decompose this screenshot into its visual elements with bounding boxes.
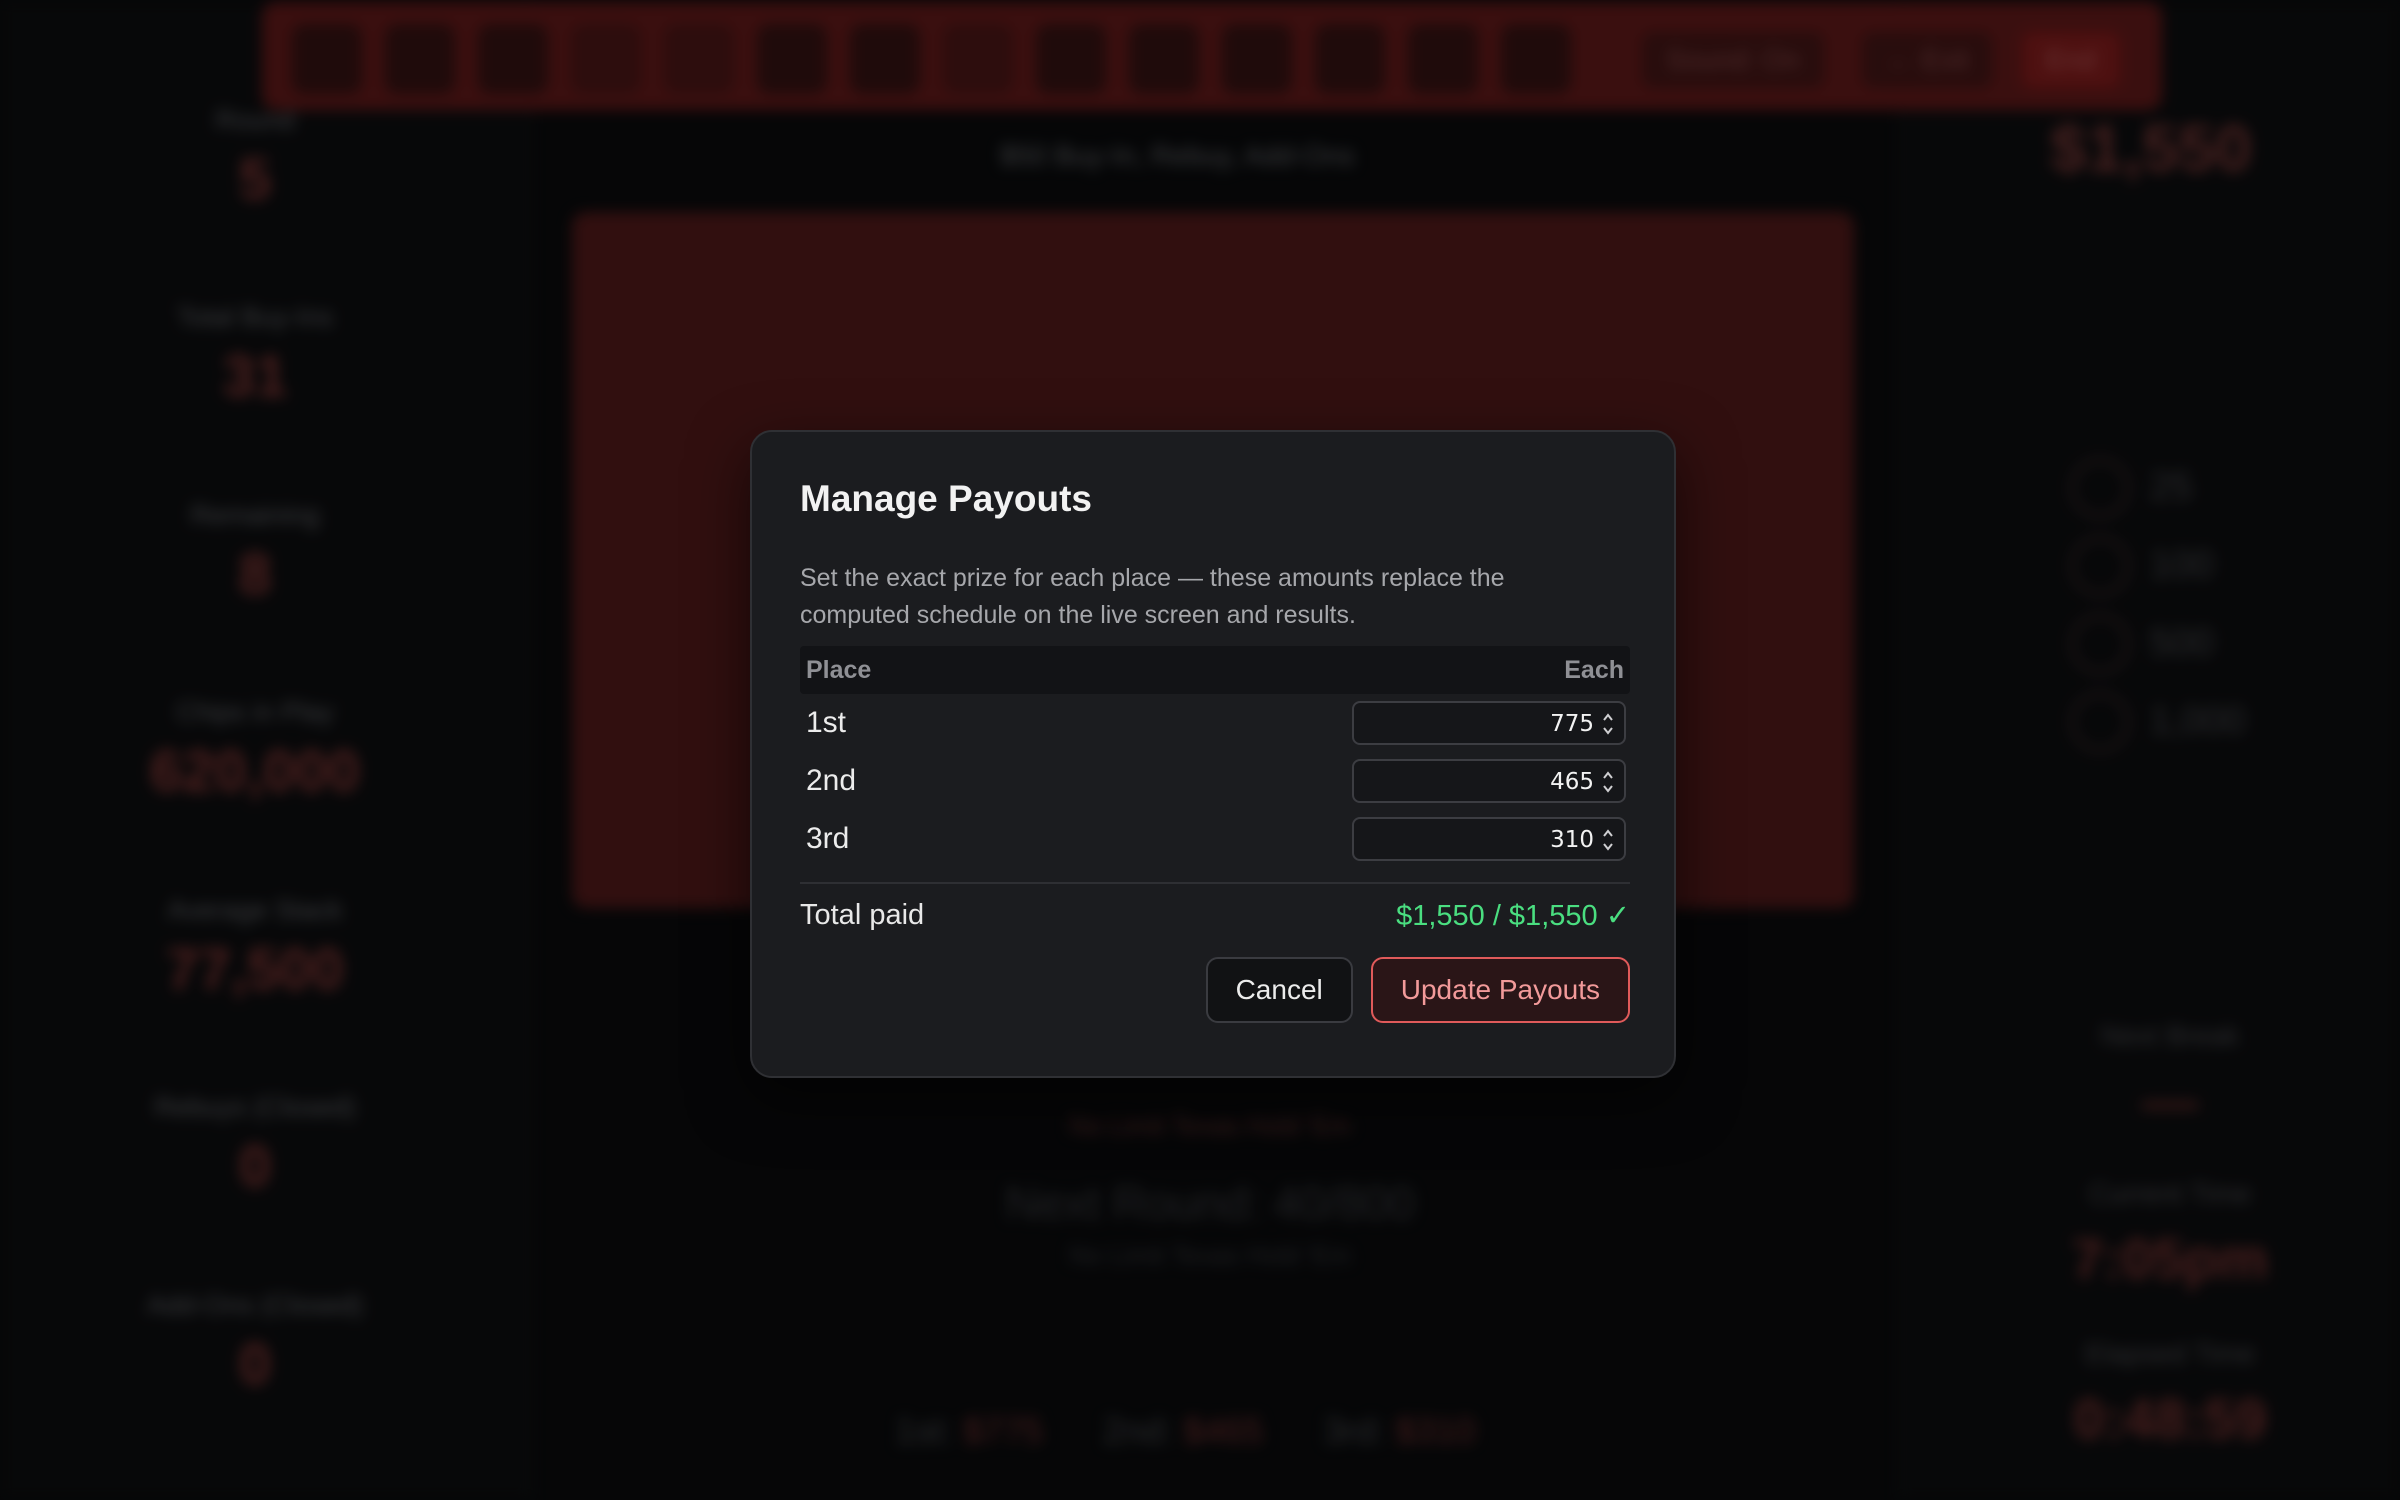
place-label: 2nd (806, 764, 857, 797)
cancel-button[interactable]: Cancel (1205, 957, 1353, 1023)
amount-number-input[interactable]: 465 (1352, 759, 1626, 803)
table-header: Place Each (800, 646, 1630, 694)
stepper-arrows-icon[interactable] (1601, 825, 1615, 855)
divider (800, 882, 1630, 884)
column-header-each: Each (1564, 655, 1624, 684)
table-row: 3rd 310 (800, 810, 1630, 868)
total-paid-row: Total paid $1,550 / $1,550 ✓ (800, 898, 1630, 933)
table-row: 2nd 465 (800, 752, 1630, 810)
payouts-table: Place Each 1st 775 2nd 465 3rd 310 (800, 646, 1630, 868)
update-payouts-button[interactable]: Update Payouts (1370, 957, 1630, 1023)
table-row: 1st 775 (800, 694, 1630, 752)
place-label: 1st (806, 706, 847, 739)
dialog-description: Set the exact prize for each place — the… (800, 564, 1505, 629)
column-header-place: Place (806, 655, 872, 684)
manage-payouts-dialog: Manage Payouts Set the exact prize for e… (750, 430, 1676, 1078)
dialog-actions: Cancel Update Payouts (800, 957, 1630, 1023)
stepper-arrows-icon[interactable] (1601, 767, 1615, 797)
place-label: 3rd (806, 822, 850, 855)
amount-value: 465 (1550, 769, 1594, 795)
amount-value: 775 (1550, 711, 1594, 737)
amount-number-input[interactable]: 310 (1352, 817, 1626, 861)
dialog-title: Manage Payouts (800, 478, 1092, 519)
total-paid-label: Total paid (800, 899, 925, 931)
amount-number-input[interactable]: 775 (1352, 701, 1626, 745)
amount-value: 310 (1550, 827, 1594, 853)
stepper-arrows-icon[interactable] (1601, 709, 1615, 739)
total-paid-value: $1,550 / $1,550 ✓ (1396, 900, 1630, 932)
